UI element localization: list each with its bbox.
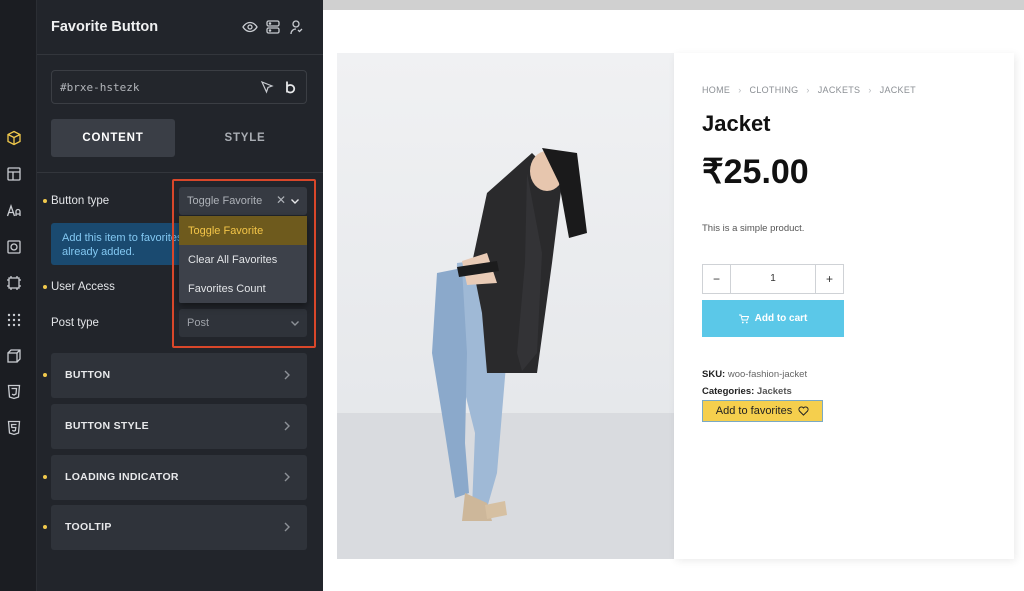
add-to-cart-button[interactable]: Add to cart	[702, 300, 844, 337]
panel-header: Favorite Button	[37, 0, 323, 55]
decrease-button[interactable]: −	[703, 265, 731, 293]
box3d-icon[interactable]	[5, 347, 23, 365]
section-tooltip[interactable]: TOOLTIP	[51, 505, 307, 550]
section-button-style[interactable]: BUTTON STYLE	[51, 404, 307, 449]
button-type-label: Button type	[51, 195, 110, 207]
tab-content[interactable]: CONTENT	[51, 119, 175, 157]
modified-dot	[43, 373, 47, 377]
section-button[interactable]: BUTTON	[51, 353, 307, 398]
preview-topbar	[323, 0, 1024, 10]
increase-button[interactable]: +	[815, 265, 843, 293]
chevron-right-icon	[284, 421, 290, 431]
database-icon[interactable]	[264, 18, 281, 35]
quantity-stepper: − 1 +	[702, 264, 844, 294]
cart-icon	[738, 314, 749, 323]
heart-icon	[798, 406, 809, 416]
section-label: LOADING INDICATOR	[65, 471, 179, 483]
categories-label: Categories:	[702, 386, 755, 397]
chevron-right-icon	[284, 370, 290, 380]
breadcrumb-item[interactable]: CLOTHING	[750, 85, 799, 95]
categories-line: Categories: Jackets	[702, 386, 792, 397]
icon-rail	[0, 0, 37, 591]
section-label: TOOLTIP	[65, 521, 112, 533]
breadcrumb-separator-icon: ›	[868, 85, 872, 95]
grid-icon[interactable]	[5, 311, 23, 329]
eye-icon[interactable]	[241, 18, 258, 35]
product-summary: HOME › CLOTHING › JACKETS › JACKET Jacke…	[674, 53, 1014, 559]
breadcrumb-separator-icon: ›	[738, 85, 742, 95]
category-link[interactable]: Jackets	[757, 386, 792, 397]
product-image	[337, 53, 674, 559]
product-price: ₹25.00	[702, 153, 809, 191]
element-id-text: #brxe-hstezk	[60, 81, 140, 94]
section-label: BUTTON STYLE	[65, 420, 149, 432]
cursor-pointer-icon[interactable]	[260, 80, 274, 94]
add-to-favorites-button[interactable]: Add to favorites	[702, 400, 823, 422]
panel-title: Favorite Button	[51, 19, 159, 35]
modified-dot	[43, 475, 47, 479]
highlight-annotation	[172, 179, 316, 348]
modified-dot	[43, 285, 47, 289]
product-title: Jacket	[702, 111, 771, 136]
section-label: BUTTON	[65, 369, 111, 381]
modified-dot	[43, 199, 47, 203]
tab-style[interactable]: STYLE	[183, 119, 307, 157]
info-hint: Add this item to favorites or remove if …	[51, 223, 187, 265]
breadcrumb-item: JACKET	[879, 85, 916, 95]
post-type-label: Post type	[51, 317, 99, 329]
sku-value: woo-fashion-jacket	[727, 369, 808, 380]
favorites-label: Add to favorites	[715, 405, 793, 417]
bricks-logo-icon[interactable]	[284, 80, 298, 94]
breadcrumb-item[interactable]: HOME	[702, 85, 730, 95]
breadcrumb-item[interactable]: JACKETS	[818, 85, 861, 95]
user-access-label: User Access	[51, 281, 115, 293]
panel-divider	[37, 172, 323, 173]
section-loading-indicator[interactable]: LOADING INDICATOR	[51, 455, 307, 500]
product-description: This is a simple product.	[702, 223, 805, 234]
layout-icon[interactable]	[5, 165, 23, 183]
breadcrumb: HOME › CLOTHING › JACKETS › JACKET	[702, 85, 916, 95]
quantity-value[interactable]: 1	[731, 273, 815, 284]
css3-icon[interactable]	[5, 383, 23, 401]
typography-icon[interactable]	[5, 202, 23, 220]
element-id-field[interactable]: #brxe-hstezk	[51, 70, 307, 104]
cube-icon[interactable]	[5, 129, 23, 147]
user-access-icon[interactable]	[287, 18, 304, 35]
breadcrumb-separator-icon: ›	[806, 85, 810, 95]
add-to-cart-label: Add to cart	[754, 313, 808, 324]
frame-icon[interactable]	[5, 274, 23, 292]
hint-text: Add this item to favorites or remove if …	[62, 232, 187, 258]
modified-dot	[43, 525, 47, 529]
sku-line: SKU: woo-fashion-jacket	[702, 369, 807, 380]
component-icon[interactable]	[5, 238, 23, 256]
sku-label: SKU:	[702, 369, 726, 380]
html5-icon[interactable]	[5, 419, 23, 437]
chevron-right-icon	[284, 472, 290, 482]
chevron-right-icon	[284, 522, 290, 532]
